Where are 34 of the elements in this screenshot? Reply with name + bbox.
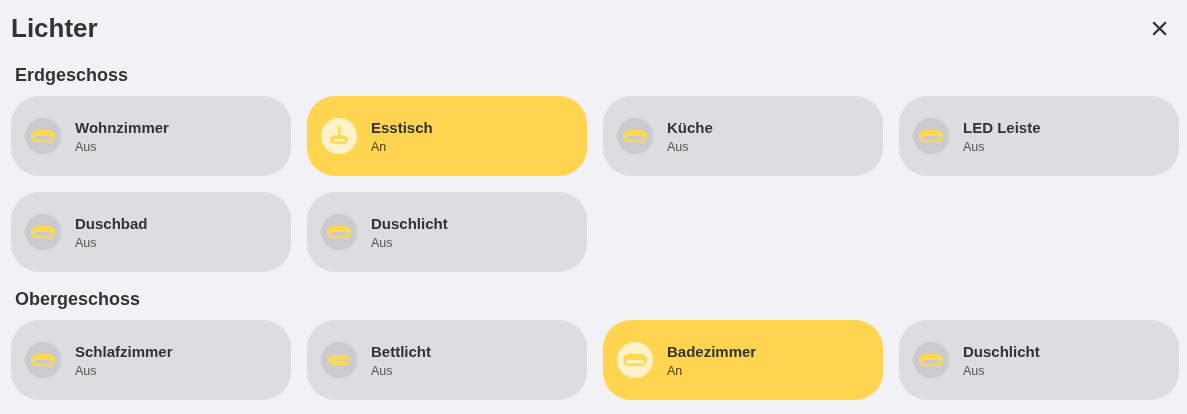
- light-name: Wohnzimmer: [75, 118, 169, 136]
- light-name: LED Leiste: [963, 118, 1041, 136]
- light-tile[interactable]: Duschlicht Aus: [307, 192, 587, 272]
- dialog-title: Lichter: [11, 12, 98, 44]
- section-heading: Erdgeschoss: [14, 64, 130, 87]
- light-tile[interactable]: Duschlicht Aus: [899, 320, 1179, 400]
- light-name: Duschbad: [75, 214, 148, 232]
- light-tile[interactable]: Bettlicht Aus: [307, 320, 587, 400]
- light-state: Aus: [371, 363, 394, 378]
- light-name: Duschlicht: [963, 342, 1040, 360]
- light-name: Badezimmer: [667, 342, 757, 360]
- light-tile[interactable]: Schlafzimmer Aus: [11, 320, 291, 400]
- light-state: Aus: [75, 139, 98, 154]
- light-state: Aus: [963, 363, 986, 378]
- light-name: Duschlicht: [371, 214, 448, 232]
- light-state: Aus: [75, 363, 98, 378]
- light-name: Küche: [667, 118, 713, 136]
- light-state: Aus: [371, 235, 394, 250]
- close-button[interactable]: ×: [1140, 14, 1179, 42]
- light-tile[interactable]: Duschbad Aus: [11, 192, 291, 272]
- light-tile[interactable]: Küche Aus: [603, 96, 883, 176]
- light-name: Schlafzimmer: [75, 342, 173, 360]
- light-tile[interactable]: Esstisch An: [307, 96, 587, 176]
- light-state: An: [371, 139, 388, 154]
- light-tile[interactable]: Wohnzimmer Aus: [11, 96, 291, 176]
- light-tile[interactable]: LED Leiste Aus: [899, 96, 1179, 176]
- light-state: An: [667, 363, 684, 378]
- light-state: Aus: [75, 235, 98, 250]
- section-heading: Obergeschoss: [14, 288, 142, 311]
- light-name: Esstisch: [371, 118, 433, 136]
- light-state: Aus: [963, 139, 986, 154]
- light-tile[interactable]: Badezimmer An: [603, 320, 883, 400]
- light-state: Aus: [667, 139, 690, 154]
- light-name: Bettlicht: [371, 342, 431, 360]
